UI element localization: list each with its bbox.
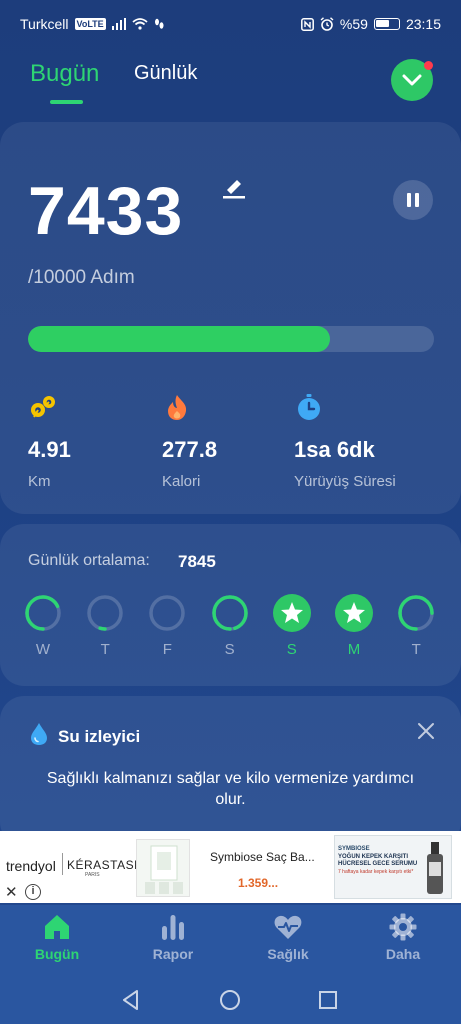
day-label: S <box>224 641 235 658</box>
calories-label: Kalori <box>162 473 201 490</box>
notification-dot <box>424 61 433 70</box>
pause-button[interactable] <box>393 180 433 220</box>
nav-label-today: Bugün <box>34 946 80 962</box>
step-progress-fill <box>28 326 330 352</box>
nav-item-today[interactable]: Bugün <box>12 912 102 962</box>
day-item[interactable]: S <box>211 594 249 658</box>
status-bar: Turkcell VoLTE %59 23:15 <box>0 0 461 48</box>
nav-item-more[interactable]: Daha <box>358 912 448 962</box>
nfc-icon <box>300 17 314 31</box>
day-item[interactable]: T <box>86 594 124 658</box>
day-label: W <box>35 641 51 658</box>
wifi-icon <box>132 18 148 30</box>
ad-product-image[interactable] <box>136 839 190 897</box>
ad-banner[interactable]: trendyol KÉRASTASE PARIS ✕ i Symbiose Sa… <box>0 831 461 903</box>
day-item[interactable]: S <box>272 594 311 658</box>
ad-banner-line-3: HÜCRESEL GECE SERUMU <box>338 861 418 867</box>
ad-side-banner[interactable]: SYMBIOSE YOĞUN KEPEK KARŞITI HÜCRESEL GE… <box>334 835 452 899</box>
day-progress-ring <box>398 595 434 631</box>
bar-chart-icon <box>162 915 184 940</box>
day-progress-ring <box>149 595 186 631</box>
day-label: S <box>286 641 297 658</box>
distance-value: 4.91 <box>28 437 71 462</box>
ad-brand-kerastase: KÉRASTASE <box>67 858 143 872</box>
chevron-down-icon <box>402 74 422 86</box>
ad-brand-subtitle: PARIS <box>85 872 100 878</box>
day-label: T <box>411 641 421 658</box>
water-tracker-title: Su izleyici <box>58 727 141 746</box>
ad-info-icon[interactable]: i <box>25 884 41 900</box>
ad-banner-line-2: YOĞUN KEPEK KARŞITI <box>338 854 409 860</box>
nav-label-report: Rapor <box>152 946 194 962</box>
step-goal: /10000 Adım <box>28 267 135 288</box>
tab-daily[interactable]: Günlük <box>134 62 197 85</box>
route-icon <box>31 396 55 418</box>
serum-bottle-icon <box>427 842 443 894</box>
day-label: F <box>162 641 172 658</box>
tab-today[interactable]: Bugün <box>30 60 99 88</box>
step-count: 7433 <box>28 173 184 249</box>
stat-walk-time: 1sa 6dk Yürüyüş Süresi <box>294 392 396 490</box>
walk-time-label: Yürüyüş Süresi <box>294 473 396 490</box>
ad-product-title[interactable]: Symbiose Saç Ba... <box>210 850 315 864</box>
clock-time: 23:15 <box>405 16 441 32</box>
stopwatch-icon <box>298 394 320 420</box>
nav-label-more: Daha <box>385 946 421 962</box>
stat-calories: 277.8 Kalori <box>162 392 217 490</box>
home-icon <box>45 915 69 939</box>
nav-item-report[interactable]: Rapor <box>128 912 218 962</box>
ad-brand-trendyol: trendyol <box>6 858 56 874</box>
ad-brand-divider <box>62 853 63 875</box>
day-progress-ring <box>25 595 61 631</box>
ad-close-icon[interactable]: ✕ <box>5 883 18 901</box>
nav-label-health: Sağlık <box>267 946 309 962</box>
ad-banner-line-4: 7 haftaya kadar kepek karşıtı etki* <box>338 869 414 875</box>
distance-label: Km <box>28 473 51 490</box>
day-item[interactable]: T <box>397 594 435 658</box>
pause-icon <box>407 193 419 207</box>
day-item[interactable]: W <box>24 594 62 658</box>
steps-notification-icon <box>154 18 164 29</box>
ad-product-price: 1.359... <box>238 876 279 890</box>
day-item[interactable]: F <box>148 594 186 658</box>
volte-badge: VoLTE <box>74 18 106 30</box>
signal-icon <box>111 18 126 30</box>
heart-pulse-icon <box>274 915 302 939</box>
nav-item-health[interactable]: Sağlık <box>243 912 333 962</box>
daily-average-value: 7845 <box>178 552 216 571</box>
edit-icon[interactable] <box>221 174 247 200</box>
battery-icon <box>373 18 400 30</box>
carrier-name: Turkcell <box>20 16 69 32</box>
day-label: T <box>100 641 110 658</box>
walk-time-value: 1sa 6dk <box>294 437 375 462</box>
product-box-icon <box>145 845 183 894</box>
battery-percent: %59 <box>339 16 368 32</box>
day-label: M <box>347 641 361 658</box>
active-tab-indicator <box>50 100 83 104</box>
recents-icon[interactable] <box>318 990 338 1010</box>
back-icon[interactable] <box>120 989 142 1011</box>
day-progress-ring <box>211 595 248 631</box>
flame-icon <box>168 395 187 420</box>
day-item[interactable]: M <box>335 594 373 658</box>
gear-icon <box>389 913 417 941</box>
stat-distance: 4.91 Km <box>28 392 71 490</box>
close-icon[interactable] <box>415 720 437 742</box>
day-progress-ring <box>87 595 123 631</box>
day-progress-ring <box>272 594 311 632</box>
ad-banner-line-1: SYMBIOSE <box>338 846 370 852</box>
water-tracker-description: Sağlıklı kalmanızı sağlar ve kilo vermen… <box>46 770 415 808</box>
day-progress-ring <box>335 594 373 632</box>
calories-value: 277.8 <box>162 437 218 462</box>
home-circle-icon[interactable] <box>219 989 241 1011</box>
water-drop-icon <box>31 723 47 745</box>
daily-average-label: Günlük ortalama: <box>28 552 150 569</box>
alarm-icon <box>320 17 334 31</box>
step-progress-bar <box>28 326 434 352</box>
system-nav-bar <box>0 977 461 1024</box>
